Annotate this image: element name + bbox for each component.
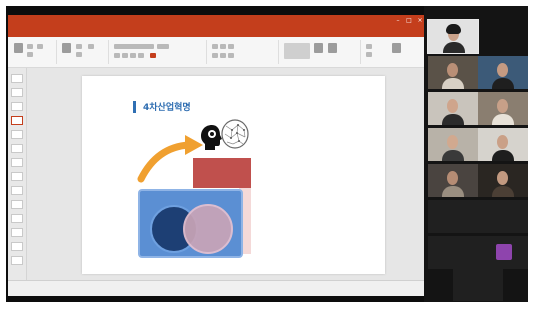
slide-thumbnail[interactable] (11, 88, 23, 97)
participant-name-tile[interactable] (453, 268, 503, 301)
slide-thumbnail[interactable] (11, 102, 23, 111)
blue-diagram-box (138, 189, 243, 258)
quick-styles-icon[interactable] (328, 43, 337, 53)
align-right-icon[interactable] (228, 53, 234, 58)
participant-video-tile[interactable] (428, 56, 478, 89)
indent-icon[interactable] (228, 44, 234, 49)
format-painter-icon[interactable] (37, 44, 43, 49)
slide-title: 4차산업혁명 (143, 103, 191, 113)
minimize-icon[interactable]: – (394, 17, 402, 25)
title-bar: – □ × (8, 15, 428, 27)
slide-thumbnail[interactable] (11, 130, 23, 139)
slide-editing-canvas: 4차산업혁명 (27, 68, 428, 280)
font-name-select[interactable] (114, 44, 154, 49)
find-icon[interactable] (366, 44, 372, 49)
bullets-icon[interactable] (212, 44, 218, 49)
ribbon-group-clipboard (10, 40, 57, 64)
title-accent-bar (133, 101, 136, 113)
slide-thumbnail[interactable] (11, 144, 23, 153)
arrange-icon[interactable] (314, 43, 323, 53)
slide-thumbnail[interactable] (11, 158, 23, 167)
red-label-box (193, 158, 251, 188)
shared-powerpoint-window: – □ × 4차산업혁명 (8, 15, 428, 296)
slide-thumbnail[interactable] (11, 214, 23, 223)
participant-video-tile[interactable] (478, 128, 528, 161)
right-venn-circle (183, 204, 233, 254)
ribbon-group-drawing (280, 40, 361, 64)
participant-video-tile[interactable] (478, 92, 528, 125)
current-slide[interactable]: 4차산업혁명 (82, 76, 385, 274)
participant-video-tile[interactable] (428, 92, 478, 125)
layout-icon[interactable] (76, 44, 82, 49)
participant-avatar-tile[interactable] (478, 236, 528, 269)
align-left-icon[interactable] (212, 53, 218, 58)
slide-thumbnail[interactable] (11, 186, 23, 195)
status-bar (8, 280, 428, 296)
participant-name-tile[interactable] (428, 236, 478, 269)
participant-video-tile[interactable] (427, 19, 479, 54)
shapes-gallery[interactable] (284, 43, 310, 59)
ribbon-tabs (8, 27, 428, 37)
slide-thumbnail[interactable] (11, 228, 23, 237)
digital-brain-icon (221, 119, 249, 149)
copy-icon[interactable] (27, 52, 33, 57)
cut-icon[interactable] (27, 44, 33, 49)
slide-thumbnail-active[interactable] (11, 116, 23, 125)
slide-thumbnail[interactable] (11, 242, 23, 251)
participant-video-tile[interactable] (428, 164, 478, 197)
participant-video-tile[interactable] (478, 164, 528, 197)
italic-icon[interactable] (122, 53, 128, 58)
replace-icon[interactable] (366, 52, 372, 57)
numbering-icon[interactable] (220, 44, 226, 49)
bold-icon[interactable] (114, 53, 120, 58)
new-slide-icon[interactable] (62, 43, 71, 53)
shadow-icon[interactable] (138, 53, 144, 58)
participant-video-tile[interactable] (428, 128, 478, 161)
font-size-select[interactable] (157, 44, 169, 49)
slide-thumbnails-pane (8, 68, 27, 280)
participant-name-tile[interactable] (428, 200, 478, 233)
slide-thumbnail[interactable] (11, 200, 23, 209)
slide-thumbnail[interactable] (11, 74, 23, 83)
slide-thumbnail[interactable] (11, 172, 23, 181)
align-center-icon[interactable] (220, 53, 226, 58)
avatar (496, 244, 512, 260)
slide-thumbnail[interactable] (11, 256, 23, 265)
maximize-icon[interactable]: □ (405, 17, 413, 25)
ribbon-toolbar (8, 37, 428, 68)
font-color-icon[interactable] (150, 53, 156, 58)
ribbon-group-editing (362, 40, 422, 64)
paste-icon[interactable] (14, 43, 23, 53)
reset-icon[interactable] (76, 52, 82, 57)
close-icon[interactable]: × (416, 17, 424, 25)
underline-icon[interactable] (130, 53, 136, 58)
ribbon-group-paragraph (208, 40, 279, 64)
participant-name-tile[interactable] (478, 200, 528, 233)
section-icon[interactable] (88, 44, 94, 49)
dictate-icon[interactable] (392, 43, 401, 53)
participant-gallery (424, 6, 528, 302)
ribbon-group-slides (58, 40, 109, 64)
ribbon-group-font (110, 40, 207, 64)
participant-video-tile[interactable] (478, 56, 528, 89)
